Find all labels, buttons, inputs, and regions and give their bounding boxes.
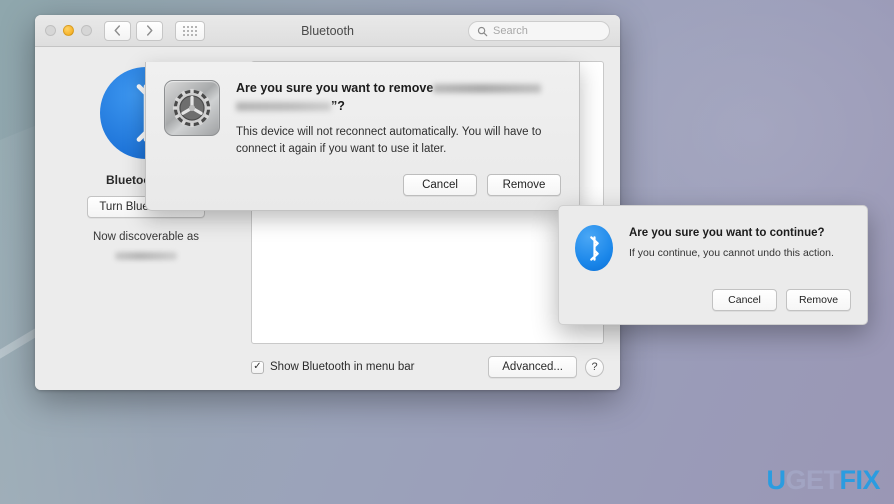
sheet-title: Are you sure you want to remove ”? <box>236 79 561 115</box>
continue-cancel-button[interactable]: Cancel <box>712 289 777 311</box>
chevron-left-icon <box>114 25 121 36</box>
desktop-background: Bluetooth Search Bluetooth: On Turn Blue… <box>0 0 894 504</box>
search-input[interactable]: Search <box>468 21 610 41</box>
ugetfix-watermark: UGETFIX <box>766 467 880 494</box>
search-icon <box>477 26 488 36</box>
device-name-redacted-line1 <box>433 84 542 94</box>
watermark-part-3: FIX <box>839 465 880 495</box>
search-placeholder: Search <box>493 25 528 37</box>
sheet-cancel-button[interactable]: Cancel <box>403 173 477 196</box>
continue-remove-button[interactable]: Remove <box>786 289 851 311</box>
close-button[interactable] <box>45 25 56 36</box>
continue-confirmation-dialog: Are you sure you want to continue? If yo… <box>558 205 868 325</box>
device-name-redacted-line2 <box>236 102 331 112</box>
continue-dialog-text: Are you sure you want to continue? If yo… <box>629 223 851 271</box>
continue-dialog-row: Are you sure you want to continue? If yo… <box>575 223 851 271</box>
preferences-bottom-bar: ✓ Show Bluetooth in menu bar Advanced...… <box>251 344 604 378</box>
remove-device-sheet: Are you sure you want to remove ”? This … <box>145 62 580 211</box>
window-titlebar: Bluetooth Search <box>35 15 620 47</box>
sheet-icon-container <box>164 78 220 196</box>
checkbox-box: ✓ <box>251 360 264 374</box>
bluetooth-icon <box>589 235 599 261</box>
continue-dialog-title: Are you sure you want to continue? <box>629 227 825 239</box>
continue-dialog-message: If you continue, you cannot undo this ac… <box>629 247 834 259</box>
system-preferences-gear-icon <box>164 80 220 136</box>
sheet-message: This device will not reconnect automatic… <box>236 126 542 155</box>
discoverable-label: Now discoverable as <box>92 231 200 243</box>
back-button[interactable] <box>104 20 131 41</box>
continue-dialog-button-row: Cancel Remove <box>575 289 851 311</box>
sheet-title-suffix: ”? <box>331 99 345 114</box>
grid-icon <box>183 25 197 36</box>
help-button[interactable]: ? <box>585 357 604 377</box>
bluetooth-badge-icon <box>575 225 613 271</box>
watermark-part-2: GET <box>785 465 840 495</box>
checkbox-label: Show Bluetooth in menu bar <box>270 361 415 373</box>
chevron-right-icon <box>146 25 153 36</box>
show-bluetooth-in-menu-bar-checkbox[interactable]: ✓ Show Bluetooth in menu bar <box>251 360 415 374</box>
watermark-part-1: U <box>766 465 786 495</box>
discoverable-device-name-redacted <box>115 252 177 260</box>
advanced-button[interactable]: Advanced... <box>488 356 577 378</box>
forward-button[interactable] <box>136 20 163 41</box>
show-all-button[interactable] <box>175 20 205 41</box>
system-preferences-window: Bluetooth Search Bluetooth: On Turn Blue… <box>35 15 620 390</box>
gear-icon <box>172 88 212 128</box>
sheet-button-row: Cancel Remove <box>236 173 561 196</box>
navigation-buttons <box>104 20 163 41</box>
minimize-button[interactable] <box>63 25 74 36</box>
traffic-light-group <box>45 25 92 36</box>
zoom-button[interactable] <box>81 25 92 36</box>
sheet-text-block: Are you sure you want to remove ”? This … <box>236 78 561 196</box>
sheet-title-prefix: Are you sure you want to remove <box>236 81 434 95</box>
sheet-remove-button[interactable]: Remove <box>487 173 561 196</box>
